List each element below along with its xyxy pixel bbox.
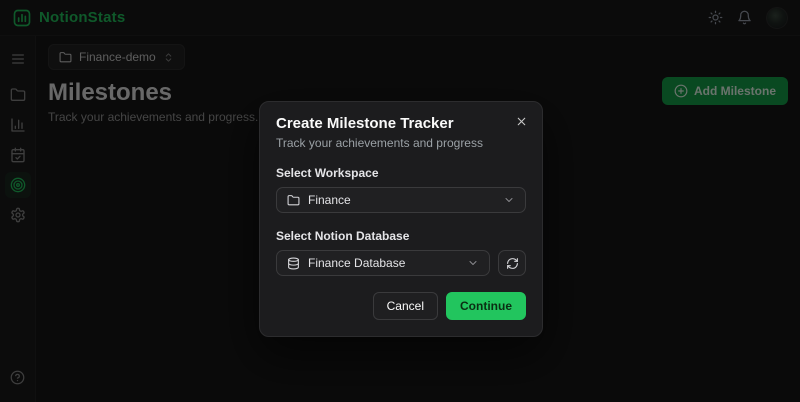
x-icon: [515, 115, 528, 128]
workspace-select-value: Finance: [308, 193, 351, 207]
modal-subtitle: Track your achievements and progress: [276, 136, 483, 150]
continue-button[interactable]: Continue: [446, 292, 526, 320]
database-select[interactable]: Finance Database: [276, 250, 490, 276]
refresh-databases-button[interactable]: [498, 250, 526, 276]
refresh-icon: [506, 257, 519, 270]
chevron-down-icon: [503, 194, 515, 206]
folder-icon: [287, 194, 300, 207]
chevron-down-icon: [467, 257, 479, 269]
workspace-select[interactable]: Finance: [276, 187, 526, 213]
database-icon: [287, 257, 300, 270]
modal-title: Create Milestone Tracker: [276, 115, 454, 132]
cancel-button[interactable]: Cancel: [372, 292, 438, 320]
workspace-field-label: Select Workspace: [276, 166, 379, 180]
modal-close-button[interactable]: [513, 113, 530, 130]
database-field-label: Select Notion Database: [276, 229, 410, 243]
create-milestone-modal: Create Milestone Tracker Track your achi…: [259, 101, 543, 337]
database-select-value: Finance Database: [308, 256, 406, 270]
